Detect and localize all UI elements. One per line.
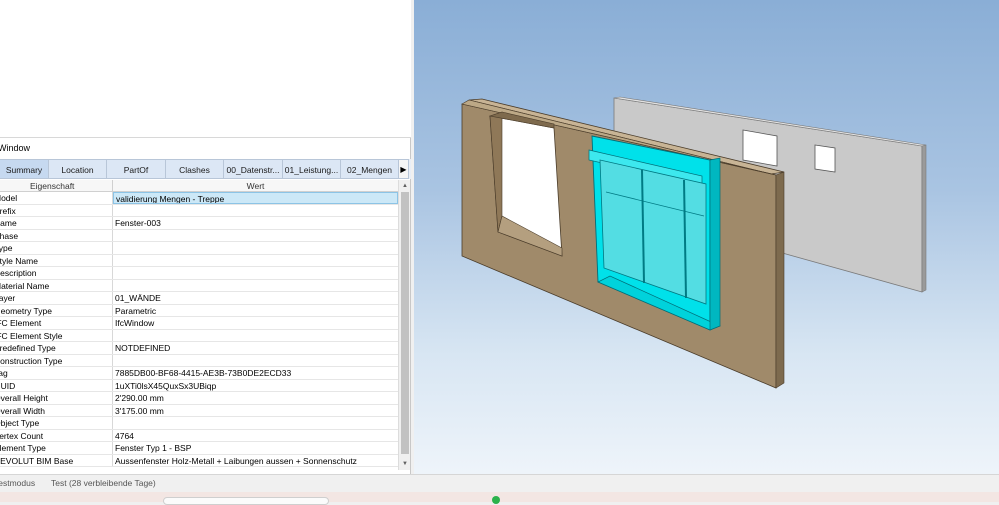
property-name: Construction Type xyxy=(0,354,113,366)
property-row[interactable]: Predefined Type NOTDEFINED xyxy=(0,342,398,355)
property-value[interactable] xyxy=(113,205,398,217)
property-row[interactable]: Geometry TypeParametric xyxy=(0,304,398,317)
property-value[interactable]: 01_WÄNDE xyxy=(113,292,398,304)
property-value[interactable]: 7885DB00-BF68-4415-AE3B-73B0DE2ECD33 xyxy=(113,367,398,379)
property-row[interactable]: Object Type xyxy=(0,417,398,430)
property-value[interactable]: Parametric xyxy=(113,305,398,317)
property-value[interactable]: 1uXTi0lsX45QuxSx3UBiqp xyxy=(113,380,398,392)
property-row[interactable]: IFC Element Style xyxy=(0,329,398,342)
property-name: Object Type xyxy=(0,417,113,429)
grid-scrollbar[interactable]: ▲ ▼ xyxy=(398,180,410,470)
property-name: Material Name xyxy=(0,279,113,291)
property-row[interactable]: Material Name xyxy=(0,279,398,292)
property-name: Phase xyxy=(0,229,113,241)
divider xyxy=(0,137,411,138)
property-name: IFC Element xyxy=(0,317,113,329)
panel-title: Window xyxy=(0,143,31,153)
property-name: Geometry Type xyxy=(0,304,113,316)
tabs-scroll-right-icon[interactable]: ▶ xyxy=(399,159,409,179)
tab-summary[interactable]: Summary xyxy=(0,159,49,179)
app-window: Window Summary Location PartOf Clashes 0… xyxy=(0,0,999,505)
property-name: Tag xyxy=(0,367,113,379)
property-value[interactable]: Aussenfenster Holz-Metall + Laibungen au… xyxy=(113,455,398,467)
property-row[interactable]: IFC ElementIfcWindow xyxy=(0,317,398,330)
property-name: Element Type xyxy=(0,442,113,454)
tab-location[interactable]: Location xyxy=(49,159,107,179)
property-row[interactable]: Element TypeFenster Typ 1 - BSP xyxy=(0,442,398,455)
property-name: REVOLUT BIM Base xyxy=(0,454,113,466)
tab-partof[interactable]: PartOf xyxy=(107,159,166,179)
scrollbar-thumb[interactable] xyxy=(401,192,409,454)
status-bar: Testmodus Test (28 verbleibende Tage) xyxy=(0,474,999,492)
property-name: Prefix xyxy=(0,204,113,216)
property-row[interactable]: GUID1uXTi0lsX45QuxSx3UBiqp xyxy=(0,379,398,392)
property-name: GUID xyxy=(0,379,113,391)
property-row[interactable]: Construction Type xyxy=(0,354,398,367)
status-dot-icon xyxy=(492,496,500,504)
property-name: Description xyxy=(0,267,113,279)
property-row[interactable]: Overall Width3'175.00 mm xyxy=(0,404,398,417)
property-value[interactable] xyxy=(113,255,398,267)
tab-clashes[interactable]: Clashes xyxy=(166,159,224,179)
property-name: Style Name xyxy=(0,254,113,266)
property-row[interactable]: Style Name xyxy=(0,254,398,267)
properties-panel: Window Summary Location PartOf Clashes 0… xyxy=(0,0,411,474)
property-value[interactable]: IfcWindow xyxy=(113,317,398,329)
3d-viewport[interactable] xyxy=(414,0,999,474)
property-value[interactable] xyxy=(113,417,398,429)
property-row[interactable]: Modelvalidierung Mengen - Treppe xyxy=(0,192,398,205)
status-mode: Testmodus xyxy=(0,478,36,488)
property-name: Model xyxy=(0,192,113,204)
property-name: Predefined Type xyxy=(0,342,113,354)
tab-datenstruktur[interactable]: 00_Datenstr... xyxy=(224,159,283,179)
grid-rows: Modelvalidierung Mengen - TreppePrefixNa… xyxy=(0,192,398,467)
property-value[interactable] xyxy=(113,355,398,367)
property-tabs: Summary Location PartOf Clashes 00_Daten… xyxy=(0,159,411,179)
property-value[interactable] xyxy=(113,267,398,279)
column-header-value[interactable]: Wert xyxy=(113,180,398,191)
property-row[interactable]: Tag7885DB00-BF68-4415-AE3B-73B0DE2ECD33 xyxy=(0,367,398,380)
property-row[interactable]: Description xyxy=(0,267,398,280)
property-value[interactable] xyxy=(113,280,398,292)
property-row[interactable]: REVOLUT BIM Base Aussenfenster Holz-Metal… xyxy=(0,454,398,467)
property-value[interactable]: validierung Mengen - Treppe xyxy=(113,192,398,204)
property-row[interactable]: NameFenster-003 xyxy=(0,217,398,230)
tree-area[interactable] xyxy=(0,0,411,138)
property-name: Vertex Count xyxy=(0,429,113,441)
property-name: Overall Height xyxy=(0,392,113,404)
property-value[interactable]: Fenster-003 xyxy=(113,217,398,229)
property-name: Type xyxy=(0,242,113,254)
property-value[interactable] xyxy=(113,230,398,242)
column-header-property[interactable]: Eigenschaft xyxy=(0,180,113,191)
property-value[interactable] xyxy=(113,242,398,254)
property-value[interactable]: 2'290.00 mm xyxy=(113,392,398,404)
tab-leistung[interactable]: 01_Leistung... xyxy=(283,159,341,179)
scroll-up-icon[interactable]: ▲ xyxy=(401,182,409,190)
scroll-down-icon[interactable]: ▼ xyxy=(401,460,409,468)
property-row[interactable]: Type xyxy=(0,242,398,255)
property-row[interactable]: Prefix xyxy=(0,204,398,217)
property-value[interactable]: NOTDEFINED xyxy=(113,342,398,354)
tab-mengen[interactable]: 02_Mengen xyxy=(341,159,399,179)
property-name: Layer xyxy=(0,292,113,304)
property-row[interactable]: Vertex Count4764 xyxy=(0,429,398,442)
property-name: IFC Element Style xyxy=(0,329,113,341)
property-grid: Eigenschaft Wert Modelvalidierung Mengen… xyxy=(0,180,398,470)
property-row[interactable]: Overall Height2'290.00 mm xyxy=(0,392,398,405)
property-value[interactable] xyxy=(113,330,398,342)
property-value[interactable]: Fenster Typ 1 - BSP xyxy=(113,442,398,454)
taskbar-search-field[interactable] xyxy=(163,497,329,505)
status-trial: Test (28 verbleibende Tage) xyxy=(51,478,156,488)
property-name: Name xyxy=(0,217,113,229)
property-row[interactable]: Phase xyxy=(0,229,398,242)
grid-header: Eigenschaft Wert xyxy=(0,180,398,192)
model-view[interactable] xyxy=(414,0,999,474)
property-row[interactable]: Layer01_WÄNDE xyxy=(0,292,398,305)
property-name: Overall Width xyxy=(0,404,113,416)
property-value[interactable]: 4764 xyxy=(113,430,398,442)
property-value[interactable]: 3'175.00 mm xyxy=(113,405,398,417)
